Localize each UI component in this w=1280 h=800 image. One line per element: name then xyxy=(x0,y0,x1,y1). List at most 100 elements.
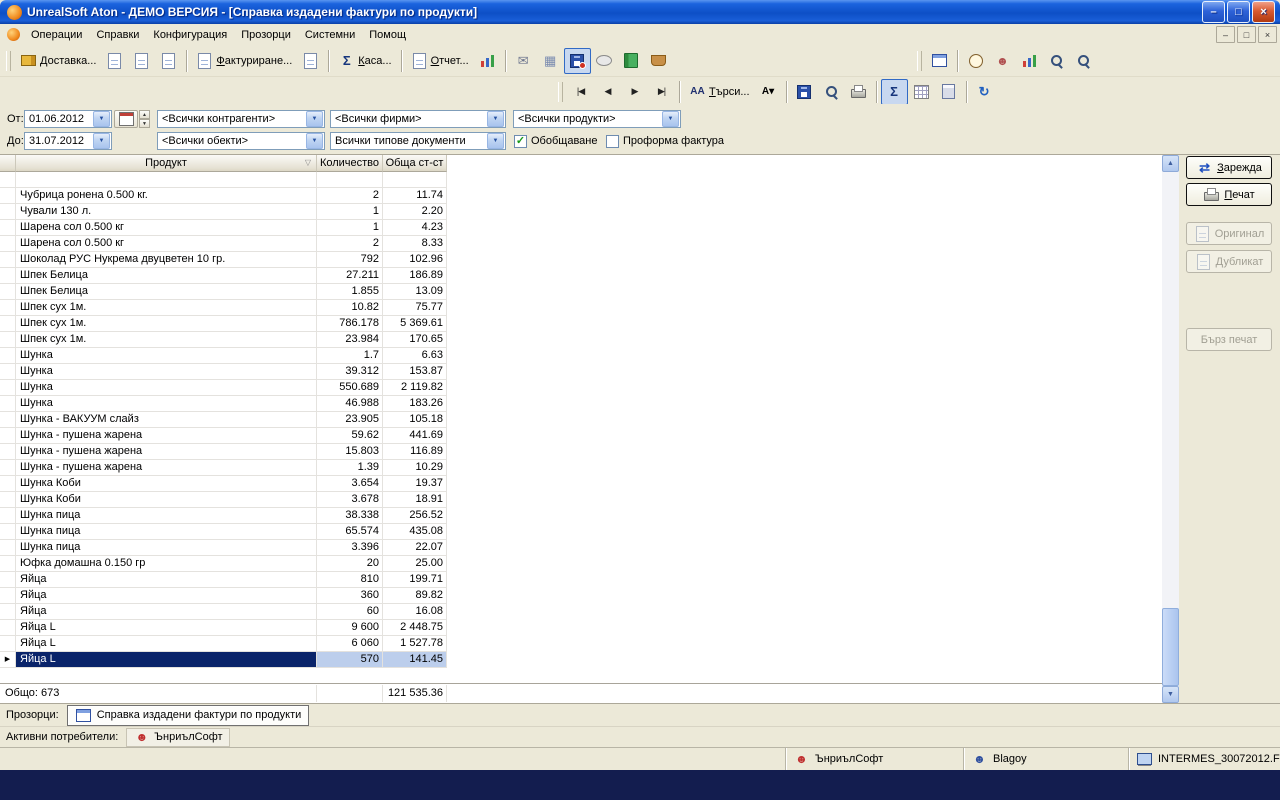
table-row[interactable]: Шунка - ВАКУУМ слайз23.905105.18 xyxy=(0,412,1162,428)
toolbar-grip[interactable] xyxy=(6,51,11,71)
nav-first-button[interactable]: |◀ xyxy=(567,79,594,105)
chart-report-button[interactable] xyxy=(474,48,501,74)
table-row[interactable]: Чубрица ронена 0.500 кг.211.74 xyxy=(0,188,1162,204)
products-select[interactable]: <Всички продукти> ▼ xyxy=(513,110,681,128)
warehouse-button[interactable] xyxy=(155,48,182,74)
table-row[interactable]: Шпек Белица1.85513.09 xyxy=(0,284,1162,300)
scroll-down-button[interactable]: ▼ xyxy=(1162,686,1179,703)
table-row[interactable]: Шунка1.76.63 xyxy=(0,348,1162,364)
keyboard-button[interactable]: ▦ xyxy=(537,48,564,74)
column-header-total[interactable]: Обща ст-ст xyxy=(383,155,447,172)
scrollbar-thumb[interactable] xyxy=(1162,608,1179,686)
cash-button[interactable]: ΣКаса... xyxy=(333,48,396,74)
menu-item[interactable]: Прозорци xyxy=(234,27,298,43)
scroll-up-button[interactable]: ▲ xyxy=(1162,155,1179,172)
table-row[interactable]: Яйца L9 6002 448.75 xyxy=(0,620,1162,636)
minimize-button[interactable]: – xyxy=(1202,1,1225,23)
toolbar-grip[interactable] xyxy=(558,82,563,102)
nav-last-button[interactable]: ▶| xyxy=(648,79,675,105)
zoom-in-button[interactable] xyxy=(1043,48,1070,74)
table-row[interactable]: Яйца36089.82 xyxy=(0,588,1162,604)
table-row[interactable]: Шунка Коби3.67818.91 xyxy=(0,492,1162,508)
table-row[interactable]: Юфка домашна 0.150 гр2025.00 xyxy=(0,556,1162,572)
menu-item[interactable]: Конфигурация xyxy=(146,27,234,43)
ellipse-button[interactable] xyxy=(591,48,618,74)
table-row[interactable]: Шпек сух 1м.786.1785 369.61 xyxy=(0,316,1162,332)
active-user-badge[interactable]: ☻ ЪнриълСофт xyxy=(126,728,229,747)
menu-item[interactable]: Операции xyxy=(24,27,89,43)
table-row[interactable]: Шунка - пушена жарена59.62441.69 xyxy=(0,428,1162,444)
summarize-button[interactable]: Σ xyxy=(881,79,908,105)
contragents-select[interactable]: <Всички контрагенти> ▼ xyxy=(157,110,325,128)
invoice-button[interactable]: Фактуриране... xyxy=(191,48,297,74)
mail-button[interactable]: ✉ xyxy=(510,48,537,74)
refresh-button[interactable]: ↻ xyxy=(971,79,998,105)
save-state-button[interactable] xyxy=(564,48,591,74)
column-header-quantity[interactable]: Количество xyxy=(317,155,383,172)
table-row[interactable]: Чували 130 л.12.20 xyxy=(0,204,1162,220)
print-report-button[interactable]: Печат xyxy=(1186,183,1272,206)
calendar-button[interactable] xyxy=(114,110,138,128)
mdi-minimize-button[interactable]: – xyxy=(1216,26,1235,43)
table-row[interactable]: Шунка550.6892 119.82 xyxy=(0,380,1162,396)
table-row[interactable]: ▶Яйца L570141.45 xyxy=(0,652,1162,668)
mdi-restore-button[interactable]: □ xyxy=(1237,26,1256,43)
users-button[interactable]: ☻ xyxy=(989,48,1016,74)
table-row[interactable]: Шпек сух 1м.10.8275.77 xyxy=(0,300,1162,316)
table-row[interactable]: Яйца L6 0601 527.78 xyxy=(0,636,1162,652)
from-date-input[interactable]: 01.06.2012 ▼ xyxy=(24,110,112,128)
column-header-product[interactable]: Продукт ▽ xyxy=(16,155,317,172)
to-date-input[interactable]: 31.07.2012 ▼ xyxy=(24,132,112,150)
window-report-button[interactable] xyxy=(926,48,953,74)
font-button[interactable]: А▾ xyxy=(755,79,782,105)
table-row[interactable]: Шпек сух 1м.23.984170.65 xyxy=(0,332,1162,348)
table-row[interactable]: Шпек Белица27.211186.89 xyxy=(0,268,1162,284)
table-row[interactable]: Шунка Коби3.65419.37 xyxy=(0,476,1162,492)
load-button[interactable]: ⇄Зарежда xyxy=(1186,156,1272,179)
table-row[interactable]: Шунка - пушена жарена15.803116.89 xyxy=(0,444,1162,460)
cart-button[interactable] xyxy=(645,48,672,74)
doc-export-button[interactable] xyxy=(101,48,128,74)
table-row[interactable]: Шунка пица38.338256.52 xyxy=(0,508,1162,524)
menu-item[interactable]: Системни xyxy=(298,27,362,43)
save-button[interactable] xyxy=(791,79,818,105)
print-button[interactable] xyxy=(845,79,872,105)
time-button[interactable] xyxy=(962,48,989,74)
table-row[interactable]: Шунка - пушена жарена1.3910.29 xyxy=(0,460,1162,476)
notes-button[interactable] xyxy=(618,48,645,74)
stats-button[interactable] xyxy=(1016,48,1043,74)
table-row[interactable]: Шарена сол 0.500 кг14.23 xyxy=(0,220,1162,236)
find-button[interactable]: ААТърси... xyxy=(684,79,755,105)
vertical-scrollbar[interactable]: ▲ ▼ xyxy=(1162,155,1179,703)
menu-item[interactable]: Справки xyxy=(89,27,146,43)
table-row[interactable]: Шунка пица65.574435.08 xyxy=(0,524,1162,540)
calculator-button[interactable] xyxy=(935,79,962,105)
table-row[interactable]: Шарена сол 0.500 кг28.33 xyxy=(0,236,1162,252)
nav-prev-button[interactable]: ◀ xyxy=(594,79,621,105)
window-tab[interactable]: Справка издадени фактури по продукти xyxy=(67,705,310,726)
nav-next-button[interactable]: ▶ xyxy=(621,79,648,105)
proforma-checkbox[interactable]: Проформа фактура xyxy=(606,132,724,150)
objects-select[interactable]: <Всички обекти> ▼ xyxy=(157,132,325,150)
table-row[interactable]: Шунка пица3.39622.07 xyxy=(0,540,1162,556)
mdi-close-button[interactable]: × xyxy=(1258,26,1277,43)
preview-button[interactable] xyxy=(818,79,845,105)
firms-select[interactable]: <Всички фирми> ▼ xyxy=(330,110,506,128)
table-row[interactable]: Шоколад РУС Нукрема двуцветен 10 гр.7921… xyxy=(0,252,1162,268)
report-button[interactable]: Отчет... xyxy=(406,48,474,74)
doc-edit-button[interactable] xyxy=(128,48,155,74)
pivot-button[interactable] xyxy=(908,79,935,105)
restore-button[interactable]: □ xyxy=(1227,1,1250,23)
doctypes-select[interactable]: Всички типове документи ▼ xyxy=(330,132,506,150)
table-row[interactable]: Яйца6016.08 xyxy=(0,604,1162,620)
doc-new-button[interactable] xyxy=(297,48,324,74)
table-row[interactable] xyxy=(0,172,1162,188)
date-spinner[interactable]: ▲▼ xyxy=(139,110,150,128)
table-row[interactable]: Яйца810199.71 xyxy=(0,572,1162,588)
toolbar-grip[interactable] xyxy=(917,51,922,71)
summarize-checkbox[interactable]: ✓ Обобщаване xyxy=(514,132,597,150)
delivery-button[interactable]: Доставка... xyxy=(15,48,101,74)
table-row[interactable]: Шунка39.312153.87 xyxy=(0,364,1162,380)
table-row[interactable]: Шунка46.988183.26 xyxy=(0,396,1162,412)
close-button[interactable]: × xyxy=(1252,1,1275,23)
